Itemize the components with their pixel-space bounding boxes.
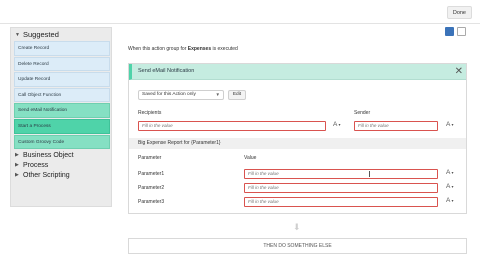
sender-label: Sender (354, 110, 371, 116)
parameter-value-field[interactable]: Fill in the value (244, 183, 438, 193)
close-icon[interactable]: ✕ (455, 66, 463, 77)
card-title: Send eMail Notification (138, 68, 195, 74)
caret-right-icon: ▶ (15, 162, 19, 169)
subject-row[interactable]: Big Expense Report for {Parameter1} (129, 138, 466, 149)
intro-prefix: When this action group for (128, 46, 188, 52)
parameter-name: Parameter1 (138, 171, 165, 177)
action-item[interactable]: Start a Process (14, 118, 110, 134)
parameter-name: Parameter3 (138, 199, 165, 205)
view-toggle (445, 27, 466, 36)
action-item[interactable]: Call Object Function (14, 87, 110, 103)
action-groups: ▶ Business Object ▶ Process ▶ Other Scripting (11, 150, 111, 180)
rule-editor: Done ▼ Suggested Create Record Delete Rec… (0, 0, 480, 270)
template-select-value: Saved for this Action only (142, 92, 196, 97)
action-item[interactable]: Send eMail Notification (14, 103, 110, 118)
recipients-label: Recipients (138, 110, 162, 116)
parameter-name: Parameter2 (138, 185, 165, 191)
action-group-label: Other Scripting (23, 171, 70, 179)
top-bar: Done (0, 0, 480, 24)
action-item[interactable]: Create Record (14, 41, 110, 56)
action-item[interactable]: Custom Groovy Code (14, 134, 110, 150)
intro-suffix: is executed (211, 46, 238, 52)
parameter-value-field[interactable]: Fill in the value (244, 197, 438, 207)
action-group-label: Process (23, 161, 49, 169)
then-drop-zone[interactable]: THEN DO SOMETHING ELSE (128, 238, 467, 254)
caret-down-icon: ▼ (15, 31, 20, 38)
font-format-icon[interactable]: A ▾ (333, 121, 340, 128)
parameter-header: Parameter (138, 155, 162, 161)
suggested-label: Suggested (23, 30, 59, 39)
action-group-header[interactable]: ▶ Business Object (11, 150, 111, 160)
intro-object: Expenses (187, 46, 212, 52)
font-format-icon[interactable]: A ▾ (446, 197, 453, 204)
sender-field[interactable]: Fill in the value (354, 121, 438, 131)
template-select[interactable]: Saved for this Action only ▼ (138, 90, 224, 100)
edit-button[interactable]: Edit (228, 90, 246, 100)
action-item[interactable]: Delete Record (14, 56, 110, 72)
action-group-label: Business Object (23, 151, 74, 159)
down-arrow-icon: ⬇ (293, 222, 301, 232)
caret-right-icon: ▶ (15, 172, 19, 179)
font-format-icon[interactable]: A ▾ (446, 169, 453, 176)
list-view-icon[interactable] (457, 27, 466, 36)
font-format-icon[interactable]: A ▾ (446, 121, 453, 128)
recipients-field[interactable]: Fill in the value (138, 121, 326, 131)
grid-view-icon[interactable] (445, 27, 454, 36)
done-button[interactable]: Done (446, 6, 472, 19)
parameter-value-field[interactable]: Fill in the value (244, 169, 438, 179)
action-item[interactable]: Update Record (14, 72, 110, 87)
trigger-description: When this action group for Expenses is e… (128, 46, 238, 52)
text-cursor (369, 171, 370, 177)
chevron-down-icon: ▼ (215, 92, 220, 97)
suggested-header[interactable]: ▼ Suggested (11, 28, 111, 41)
font-format-icon[interactable]: A ▾ (446, 183, 453, 190)
caret-right-icon: ▶ (15, 152, 19, 159)
action-group-header[interactable]: ▶ Other Scripting (11, 170, 111, 180)
action-palette: ▼ Suggested Create Record Delete Record Up… (10, 27, 112, 207)
value-header: Value (244, 155, 257, 161)
suggested-items: Create Record Delete Record Update Record C… (11, 41, 111, 150)
email-action-card: Send eMail Notification ✕ Saved for this… (128, 63, 467, 214)
action-group-header[interactable]: ▶ Process (11, 160, 111, 170)
card-header: Send eMail Notification ✕ (129, 64, 466, 80)
